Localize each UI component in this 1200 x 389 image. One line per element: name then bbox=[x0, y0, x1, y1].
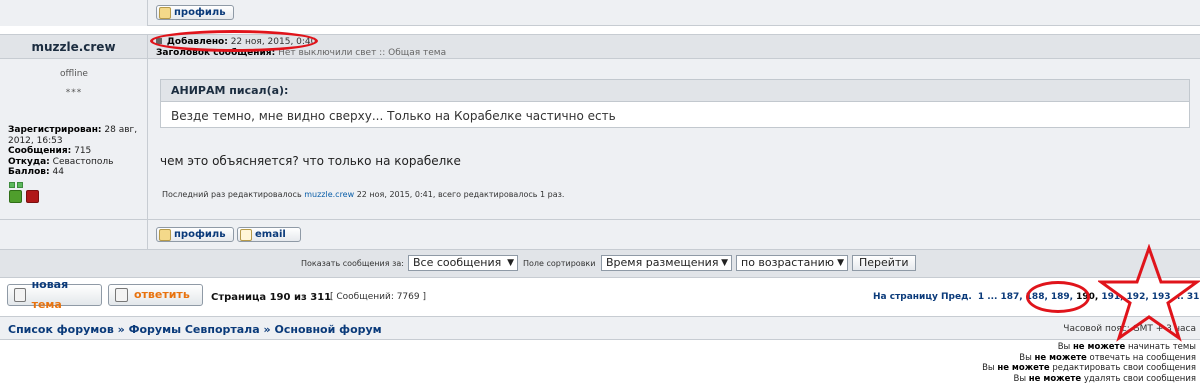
permission-post: удалять свои сообщения bbox=[1083, 373, 1196, 384]
reply-icon bbox=[115, 288, 128, 302]
post-author[interactable]: muzzle.crew bbox=[0, 35, 148, 59]
profile-label: профиль bbox=[174, 229, 226, 240]
permissions-list: Вы не можете начинать темы Вы не можете о… bbox=[900, 342, 1196, 384]
order-select-value: по возрастанию bbox=[741, 256, 835, 269]
edit-suffix: 22 ноя, 2015, 0:41, всего редактировалос… bbox=[356, 190, 565, 199]
edit-user-link[interactable]: muzzle.crew bbox=[304, 190, 354, 199]
post-text: чем это объясняется? что только на кораб… bbox=[160, 154, 461, 168]
quote-text: Везде темно, мне видно сверху... Только … bbox=[171, 109, 616, 123]
profile-button[interactable]: профиль bbox=[156, 227, 234, 242]
user-panel: offline *** Зарегистрирован: 28 авг, 201… bbox=[0, 59, 148, 219]
points-value: 44 bbox=[52, 167, 64, 177]
chevron-down-icon: ▼ bbox=[507, 258, 514, 268]
sort-select[interactable]: Время размещения ▼ bbox=[601, 255, 732, 271]
permission-pre: Вы bbox=[1019, 352, 1032, 363]
quote-author: АНИРАМ писал(а): bbox=[161, 80, 1189, 102]
permission-strong: не можете bbox=[997, 363, 1050, 373]
permission-strong: не можете bbox=[1028, 373, 1082, 384]
permission-pre: Вы bbox=[1057, 342, 1071, 352]
reputation-dot-icon bbox=[17, 182, 23, 188]
chevron-down-icon: ▼ bbox=[721, 258, 728, 268]
pagination-prefix[interactable]: На страницу Пред. bbox=[873, 292, 972, 302]
subject-value: Нет выключили свет :: Общая тема bbox=[278, 48, 447, 58]
new-topic-suffix: тема bbox=[31, 298, 62, 311]
sort-label: Поле сортировки bbox=[523, 259, 596, 268]
pagination-item[interactable]: 1 bbox=[978, 292, 984, 302]
reply-label: ответить bbox=[134, 288, 190, 301]
breadcrumb-item[interactable]: Форумы Севпортала bbox=[129, 323, 260, 336]
points-label: Баллов: bbox=[8, 167, 50, 177]
email-button[interactable]: email bbox=[237, 227, 301, 242]
show-select[interactable]: Все сообщения ▼ bbox=[408, 255, 518, 271]
action-bar: новая тема ответить Страница 190 из 311 … bbox=[0, 278, 1200, 316]
permission-post: редактировать свои сообщения bbox=[1052, 363, 1196, 373]
new-topic-button[interactable]: новая тема bbox=[7, 278, 102, 311]
new-topic-icon bbox=[14, 288, 26, 302]
previous-post-left-cell bbox=[0, 0, 148, 26]
order-select[interactable]: по возрастанию ▼ bbox=[736, 255, 848, 271]
breadcrumb-separator: » bbox=[117, 323, 125, 336]
sort-select-value: Время размещения bbox=[606, 256, 719, 269]
show-select-value: Все сообщения bbox=[413, 256, 502, 269]
from-value: Севастополь bbox=[52, 156, 114, 167]
profile-icon bbox=[159, 6, 171, 19]
envelope-icon bbox=[240, 228, 252, 241]
permission-pre: Вы bbox=[982, 363, 995, 373]
breadcrumb-bar: Список форумов » Форумы Севпортала » Осн… bbox=[0, 316, 1200, 340]
annotation-star bbox=[1098, 244, 1200, 342]
thumbs-up-icon[interactable] bbox=[9, 190, 22, 203]
user-info: Зарегистрирован: 28 авг, 2012, 16:53 Соо… bbox=[8, 125, 144, 178]
pagination-item[interactable]: 187, bbox=[1000, 292, 1022, 302]
messages-label: Сообщения: bbox=[8, 146, 72, 156]
breadcrumb-item[interactable]: Список форумов bbox=[8, 323, 114, 336]
thumbs-down-icon[interactable] bbox=[26, 190, 39, 203]
pagination-item[interactable]: ... bbox=[987, 292, 997, 302]
annotation-ellipse-page bbox=[1026, 281, 1090, 313]
from-label: Откуда: bbox=[8, 156, 50, 167]
permission-line: Вы не можете удалять свои сообщения bbox=[900, 374, 1196, 385]
permission-post: отвечать на сообщения bbox=[1089, 352, 1197, 363]
reply-button[interactable]: ответить bbox=[108, 284, 203, 306]
sort-bar: Показать сообщения за: Все сообщения ▼ П… bbox=[0, 250, 1200, 278]
page-label: Страница 190 из 311 bbox=[211, 292, 332, 303]
registered-label: Зарегистрирован: bbox=[8, 125, 102, 135]
profile-icon bbox=[159, 228, 171, 241]
go-button[interactable]: Перейти bbox=[852, 255, 916, 271]
show-label: Показать сообщения за: bbox=[301, 259, 404, 268]
new-topic-prefix: новая bbox=[31, 278, 69, 291]
messages-value: 715 bbox=[74, 146, 92, 156]
post-footer: профиль email bbox=[0, 219, 1200, 250]
annotation-ellipse-date bbox=[150, 30, 318, 52]
breadcrumb-separator: » bbox=[263, 323, 271, 336]
breadcrumb: Список форумов » Форумы Севпортала » Осн… bbox=[8, 323, 382, 336]
edit-note: Последний раз редактировалось muzzle.cre… bbox=[162, 190, 564, 199]
quote-block: АНИРАМ писал(а): Везде темно, мне видно … bbox=[160, 79, 1190, 128]
permission-line: Вы не можете редактировать свои сообщени… bbox=[900, 363, 1196, 374]
email-label: email bbox=[255, 229, 286, 240]
chevron-down-icon: ▼ bbox=[837, 258, 844, 268]
permission-pre: Вы bbox=[1013, 373, 1027, 384]
previous-post-footer: профиль bbox=[0, 0, 1200, 26]
edit-prefix: Последний раз редактировалось bbox=[162, 190, 302, 199]
messages-count: [ Сообщений: 7769 ] bbox=[330, 292, 426, 302]
post-footer-left-cell bbox=[0, 220, 148, 250]
user-status: offline bbox=[60, 69, 88, 79]
user-rank: *** bbox=[65, 88, 83, 98]
breadcrumb-item[interactable]: Основной форум bbox=[274, 323, 381, 336]
reputation-dot-icon bbox=[9, 182, 15, 188]
permission-line: Вы не можете отвечать на сообщения bbox=[900, 353, 1196, 364]
profile-button-top[interactable]: профиль bbox=[156, 5, 234, 20]
profile-label-top: профиль bbox=[174, 7, 226, 18]
permission-strong: не можете bbox=[1034, 352, 1087, 363]
